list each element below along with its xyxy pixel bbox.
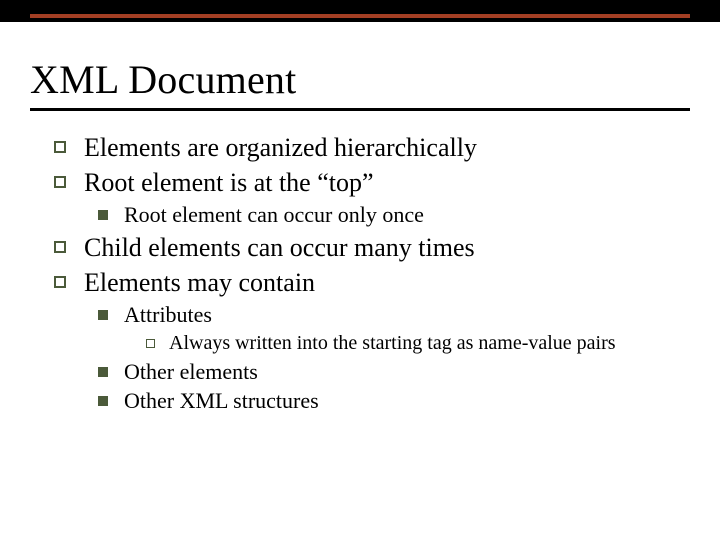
bullet-text: Child elements can occur many times [84,230,690,265]
slide-content: Elements are organized hierarchically Ro… [54,130,690,416]
list-item: Elements may contain [54,265,690,300]
hollow-square-icon [54,276,66,288]
list-item: Attributes [98,300,690,330]
bullet-text: Root element can occur only once [124,200,690,230]
list-item: Other elements [98,357,690,387]
bullet-text: Elements may contain [84,265,690,300]
list-item: Child elements can occur many times [54,230,690,265]
filled-square-icon [98,210,108,220]
bullet-text: Always written into the starting tag as … [169,330,690,357]
slide-title: XML Document [30,56,296,103]
bullet-text: Elements are organized hierarchically [84,130,690,165]
bullet-text: Other elements [124,357,690,387]
bullet-text: Other XML structures [124,386,690,416]
list-item: Root element is at the “top” [54,165,690,200]
top-bar [0,0,720,22]
list-item: Elements are organized hierarchically [54,130,690,165]
filled-square-icon [98,396,108,406]
filled-square-icon [98,367,108,377]
list-item: Always written into the starting tag as … [146,330,690,357]
hollow-square-icon [54,241,66,253]
hollow-square-icon [146,339,155,348]
hollow-square-icon [54,176,66,188]
accent-line [30,14,690,18]
hollow-square-icon [54,141,66,153]
bullet-text: Attributes [124,300,690,330]
list-item: Root element can occur only once [98,200,690,230]
bullet-text: Root element is at the “top” [84,165,690,200]
title-underline [30,108,690,111]
filled-square-icon [98,310,108,320]
list-item: Other XML structures [98,386,690,416]
